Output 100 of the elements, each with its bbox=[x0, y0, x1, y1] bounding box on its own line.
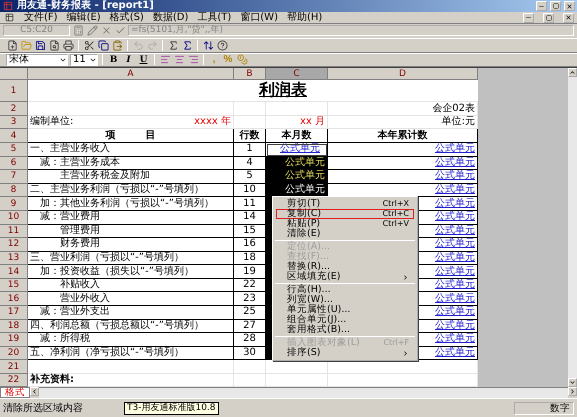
table-cell[interactable]: 28 bbox=[234, 333, 266, 347]
table-cell[interactable]: 公式单元 bbox=[328, 156, 478, 170]
table-cell[interactable]: 25 bbox=[234, 306, 266, 320]
table-cell[interactable]: 5 bbox=[234, 170, 266, 184]
coin-icon[interactable] bbox=[236, 54, 248, 66]
align-right-icon[interactable] bbox=[187, 54, 199, 66]
table-cell[interactable]: 23 bbox=[234, 292, 266, 306]
table-cell[interactable]: 减：营业费用 bbox=[28, 210, 234, 225]
row-number[interactable]: 7 bbox=[0, 170, 28, 184]
table-cell[interactable]: 一、主营业务收入 bbox=[28, 143, 234, 157]
menu-item[interactable]: 文件(F) bbox=[24, 12, 58, 23]
menu-item[interactable]: 清除(E) bbox=[276, 229, 414, 239]
menu-item[interactable]: 窗口(W) bbox=[240, 12, 278, 23]
menu-item[interactable]: 排序(S) bbox=[276, 348, 414, 358]
table-cell[interactable]: 22 bbox=[234, 278, 266, 292]
row-number[interactable]: 2 bbox=[0, 102, 28, 116]
column-header[interactable]: B bbox=[234, 68, 266, 80]
table-cell[interactable]: 五、净利润（净亏损以“-”号填列） bbox=[28, 346, 234, 360]
scroll-down-button[interactable] bbox=[568, 378, 577, 388]
preview-icon[interactable] bbox=[48, 39, 60, 52]
table-cell[interactable]: 公式单元 bbox=[328, 170, 478, 184]
menu-item[interactable]: 套用格式(B)... bbox=[276, 325, 414, 335]
table-cell[interactable] bbox=[234, 102, 266, 116]
document-icon[interactable] bbox=[3, 12, 15, 24]
row-number[interactable]: 8 bbox=[0, 184, 28, 198]
menu-item[interactable]: 复制(C) Ctrl+C bbox=[276, 209, 414, 219]
row-number[interactable]: 11 bbox=[0, 224, 28, 238]
menu-item[interactable]: 列宽(W)... bbox=[276, 295, 414, 305]
row-number[interactable]: 9 bbox=[0, 197, 28, 211]
format-button[interactable]: I bbox=[122, 54, 135, 66]
minimize-button[interactable] bbox=[523, 12, 534, 22]
scroll-right-button[interactable] bbox=[568, 387, 577, 396]
table-cell[interactable]: 公式单元 bbox=[266, 170, 328, 184]
scroll-left-button[interactable] bbox=[30, 387, 39, 396]
table-cell[interactable] bbox=[234, 374, 266, 388]
table-cell[interactable]: 营业外收入 bbox=[28, 292, 234, 306]
table-cell[interactable]: 管理费用 bbox=[28, 224, 234, 238]
help-icon[interactable] bbox=[216, 39, 228, 52]
table-cell[interactable]: 27 bbox=[234, 320, 266, 334]
table-cell[interactable]: 11 bbox=[234, 197, 266, 211]
minimize-button[interactable] bbox=[536, 1, 547, 11]
row-number[interactable]: 22 bbox=[0, 374, 28, 388]
maximize-button[interactable] bbox=[550, 1, 561, 11]
table-cell[interactable]: 16 bbox=[234, 238, 266, 252]
table-cell[interactable]: 减：营业外支出 bbox=[28, 306, 234, 320]
row-number[interactable]: 17 bbox=[0, 306, 28, 320]
size-select[interactable]: 11 bbox=[70, 54, 98, 66]
table-cell[interactable]: 四、利润总额（亏损总额以“-”号填列） bbox=[28, 320, 234, 334]
menu-item[interactable]: 粘贴(P) Ctrl+V bbox=[276, 219, 414, 229]
menu-item[interactable]: 剪切(T) Ctrl+X bbox=[276, 199, 414, 209]
menu-item[interactable]: 行高(H)... bbox=[276, 285, 414, 295]
menu-item[interactable]: 编辑(E) bbox=[66, 12, 101, 23]
table-cell[interactable]: 加：投资收益（损失以“-”号填列） bbox=[28, 265, 234, 279]
menu-item[interactable]: 单元属性(U)... bbox=[276, 305, 414, 315]
column-header[interactable]: D bbox=[328, 68, 478, 80]
table-cell[interactable]: 补充资料: bbox=[28, 374, 234, 388]
table-cell[interactable]: 4 bbox=[234, 156, 266, 170]
table-cell[interactable]: 减：主营业务成本 bbox=[28, 156, 234, 170]
table-cell[interactable]: 项 目 bbox=[28, 129, 234, 144]
table-cell[interactable]: 14 bbox=[234, 210, 266, 225]
scissors-icon[interactable] bbox=[83, 39, 95, 52]
table-cell[interactable]: 会企02表 bbox=[328, 102, 478, 116]
menu-item[interactable]: 替换(R)... bbox=[276, 262, 414, 272]
format-button[interactable]: B bbox=[107, 54, 120, 66]
menu-item[interactable]: 区域填充(E) bbox=[276, 272, 414, 282]
save-icon[interactable] bbox=[34, 39, 46, 52]
table-cell[interactable]: 减：所得税 bbox=[28, 333, 234, 347]
table-cell[interactable]: 30 bbox=[234, 346, 266, 360]
restore-button[interactable] bbox=[543, 12, 554, 22]
close-button[interactable] bbox=[563, 12, 574, 22]
table-cell[interactable]: 本月数 bbox=[266, 129, 328, 144]
column-header[interactable]: A bbox=[28, 68, 234, 80]
corner-header[interactable] bbox=[0, 68, 28, 80]
row-number[interactable]: 1 bbox=[0, 80, 28, 102]
table-cell[interactable]: xx 月 bbox=[266, 116, 328, 130]
table-cell[interactable]: 单位:元 bbox=[328, 116, 478, 130]
table-cell[interactable] bbox=[328, 360, 478, 374]
vertical-scrollbar[interactable] bbox=[568, 68, 577, 388]
align-left-icon[interactable] bbox=[159, 54, 171, 66]
table-cell[interactable]: 19 bbox=[234, 265, 266, 279]
table-cell[interactable]: 18 bbox=[234, 252, 266, 266]
table-cell[interactable] bbox=[266, 374, 328, 388]
row-number[interactable]: 10 bbox=[0, 210, 28, 225]
row-number[interactable]: 6 bbox=[0, 156, 28, 170]
row-number[interactable]: 5 bbox=[0, 143, 28, 157]
table-cell[interactable] bbox=[28, 360, 234, 374]
row-number[interactable]: 12 bbox=[0, 238, 28, 252]
table-cell[interactable]: 10 bbox=[234, 184, 266, 198]
column-header[interactable]: C bbox=[266, 68, 328, 80]
sheet-tab[interactable]: 格式 bbox=[0, 387, 30, 398]
row-number[interactable]: 21 bbox=[0, 360, 28, 374]
table-cell[interactable]: 行数 bbox=[234, 129, 266, 144]
table-cell[interactable] bbox=[328, 374, 478, 388]
close-button[interactable] bbox=[564, 1, 575, 11]
table-cell[interactable]: 补贴收入 bbox=[28, 278, 234, 292]
row-number[interactable]: 16 bbox=[0, 292, 28, 306]
table-cell[interactable]: 二、主营业务利润（亏损以“-”号填列） bbox=[28, 184, 234, 198]
row-number[interactable]: 15 bbox=[0, 278, 28, 292]
table-cell[interactable]: 15 bbox=[234, 224, 266, 238]
row-number[interactable]: 13 bbox=[0, 252, 28, 266]
